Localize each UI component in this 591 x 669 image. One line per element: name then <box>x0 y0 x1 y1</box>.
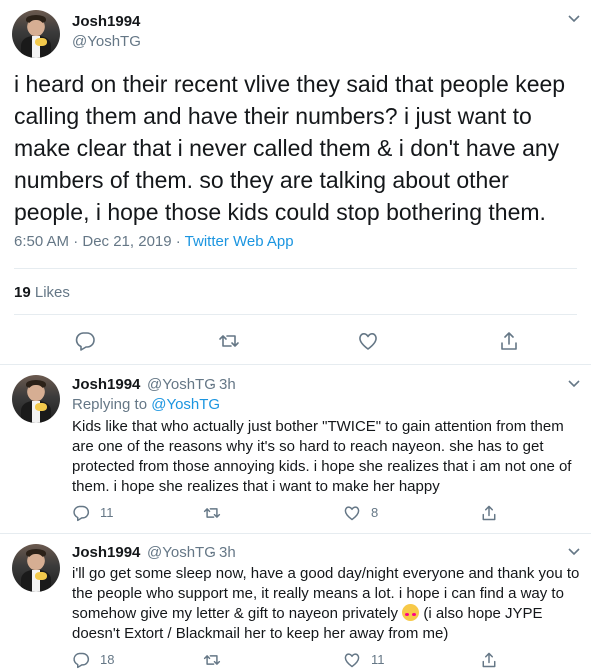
tweet-text: i'll go get some sleep now, have a good … <box>72 564 582 644</box>
tweet-timestamp: 6:50 AM · Dec 21, 2019 · Twitter Web App <box>14 233 294 250</box>
chevron-down-icon[interactable] <box>567 14 581 24</box>
tweet-time[interactable]: 3h <box>219 376 236 393</box>
reply-count: 11 <box>100 505 114 520</box>
reply-icon <box>73 652 90 669</box>
author-name[interactable]: Josh1994 <box>72 376 140 393</box>
like-icon <box>344 653 360 668</box>
like-count: 8 <box>371 505 379 520</box>
like-count: 11 <box>371 652 385 667</box>
tweet-time[interactable]: 3h <box>219 544 236 561</box>
reply-tweet[interactable]: Josh1994 @YoshTG · 3h i'll go get some s… <box>0 534 591 669</box>
share-icon <box>482 652 496 668</box>
separator-dot: · <box>209 544 214 561</box>
replying-to-handle[interactable]: @YoshTG <box>151 396 220 413</box>
retweet-icon <box>203 508 221 518</box>
separator-dot: · <box>209 376 214 393</box>
retweet-icon[interactable] <box>218 330 240 352</box>
avatar[interactable] <box>12 10 60 58</box>
avatar[interactable] <box>12 544 60 592</box>
author-handle[interactable]: @YoshTG <box>72 33 141 50</box>
replying-to-label: Replying to <box>72 396 152 413</box>
like-icon[interactable] <box>357 330 379 352</box>
likes-count: 19 <box>14 284 31 301</box>
author-handle[interactable]: @YoshTG <box>147 544 216 561</box>
reply-tweet[interactable]: Josh1994 @YoshTG · 3h Replying to @YoshT… <box>0 365 591 533</box>
tweet-source-link[interactable]: Twitter Web App <box>185 233 294 250</box>
likes-summary[interactable]: 19 Likes <box>14 284 70 301</box>
retweet-icon <box>203 655 221 665</box>
tweet-text: Kids like that who actually just bother … <box>72 418 572 495</box>
tweet-text: i heard on their recent vlive they said … <box>14 71 566 225</box>
author-name[interactable]: Josh1994 <box>72 544 140 561</box>
like-icon <box>344 506 360 521</box>
chevron-down-icon[interactable] <box>567 547 581 557</box>
avatar[interactable] <box>12 375 60 423</box>
author-name[interactable]: Josh1994 <box>72 13 140 30</box>
tweet-time[interactable]: 6:50 AM · Dec 21, 2019 · <box>14 233 185 250</box>
divider <box>14 314 577 315</box>
reply-count: 18 <box>100 652 115 667</box>
reply-icon[interactable] <box>74 330 96 352</box>
main-tweet: Josh1994 @YoshTG i heard on their recent… <box>0 0 591 365</box>
reply-icon <box>73 505 90 522</box>
replying-to: Replying to @YoshTG <box>72 396 220 413</box>
likes-label: Likes <box>30 284 70 301</box>
chevron-down-icon[interactable] <box>567 379 581 389</box>
divider <box>14 268 577 269</box>
share-icon <box>482 505 496 521</box>
author-handle[interactable]: @YoshTG <box>147 376 216 393</box>
share-icon[interactable] <box>498 330 520 352</box>
smiling-face-with-hearts-emoji <box>402 604 420 621</box>
